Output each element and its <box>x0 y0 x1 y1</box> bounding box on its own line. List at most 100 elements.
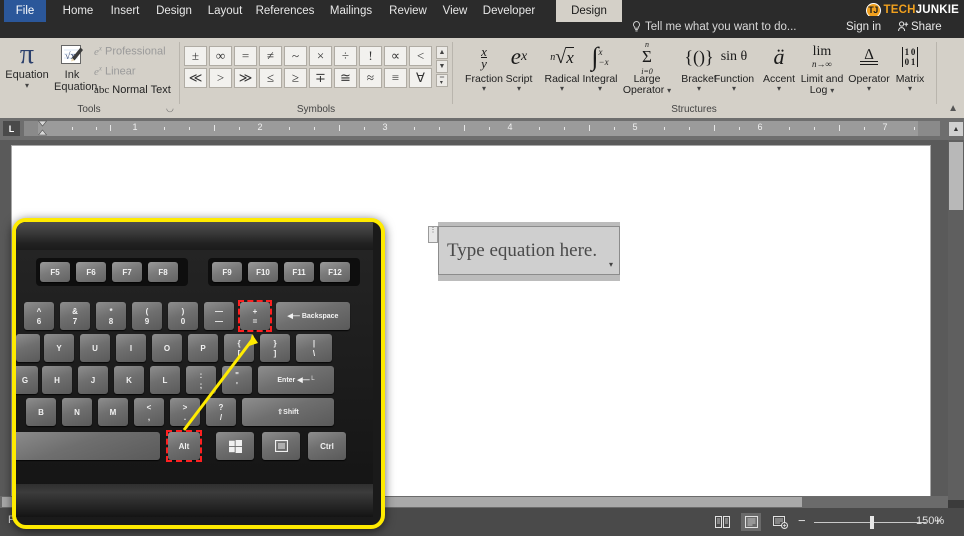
equation-content-control[interactable]: Type equation here. <box>438 226 620 275</box>
key-semicolon: :; <box>186 366 216 394</box>
key-right-shift: ⇧Shift <box>242 398 334 426</box>
zoom-percent-label[interactable]: 150% <box>916 515 944 527</box>
ruler-mark-2: 2 <box>257 122 263 132</box>
key-f6: F6 <box>76 262 106 282</box>
key-spacebar <box>16 432 160 460</box>
ruler-mark-3: 3 <box>382 122 388 132</box>
symbol-less-equal[interactable]: ≤ <box>259 68 282 88</box>
symbol-less-than[interactable]: < <box>409 46 432 66</box>
symbol-not-equal[interactable]: ≠ <box>259 46 282 66</box>
symbol-proportional[interactable]: ∝ <box>384 46 407 66</box>
symbol-greater-equal[interactable]: ≥ <box>284 68 307 88</box>
ruler-mark-7: 7 <box>882 122 888 132</box>
tab-review[interactable]: Review <box>384 0 432 22</box>
symbol-approx[interactable]: ≈ <box>359 68 382 88</box>
key-8: * 8 <box>96 302 126 330</box>
sign-in-link[interactable]: Sign in <box>846 16 881 38</box>
chevron-down-icon[interactable]: ▾ <box>2 81 52 89</box>
symbol-infinity[interactable]: ∞ <box>209 46 232 66</box>
equation-handle-icon[interactable]: ⋮ <box>428 226 438 243</box>
group-label-symbols: Symbols <box>296 104 336 115</box>
key-y: Y <box>44 334 74 362</box>
symbol-identical[interactable]: ≡ <box>384 68 407 88</box>
ruler-mark-6: 6 <box>757 122 763 132</box>
symbol-tilde[interactable]: ~ <box>284 46 307 66</box>
tab-insert[interactable]: Insert <box>104 0 146 22</box>
tab-mailings[interactable]: Mailings <box>322 0 380 22</box>
key-enter: Enter ◀—└ <box>258 366 334 394</box>
horizontal-ruler[interactable]: 1 2 3 4 5 6 7 <box>24 121 940 136</box>
sigma-icon: n Σi=0 <box>641 40 653 76</box>
web-layout-icon[interactable] <box>770 514 790 530</box>
symbols-scroll-up-button[interactable]: ▲ <box>436 46 448 59</box>
tab-developer[interactable]: Developer <box>478 0 540 22</box>
tab-references[interactable]: References <box>252 0 318 22</box>
keyboard-bottom-bezel <box>16 484 373 517</box>
tab-view[interactable]: View <box>436 0 474 22</box>
tab-design-equation-tools[interactable]: Design <box>556 0 622 22</box>
tell-me-search[interactable]: Tell me what you want to do... <box>632 16 797 38</box>
ruler-mark-4: 4 <box>507 122 513 132</box>
key-backslash: | \ <box>296 334 332 362</box>
tj-mark: TJ <box>868 4 878 15</box>
large-operator-label-2: Operator ▾ <box>622 84 672 96</box>
ink-equation-icon: √x <box>54 40 90 70</box>
tools-dialog-launcher[interactable]: ◡ <box>166 103 174 114</box>
watermark-junkie: JUNKIE <box>915 4 959 16</box>
normal-text-toggle[interactable]: abc Normal Text <box>94 84 171 96</box>
symbol-forall[interactable]: ∀ <box>409 68 432 88</box>
integral-icon: ∫ x −x <box>591 42 609 71</box>
symbols-more-button[interactable]: ═ ▾ <box>436 74 448 87</box>
equation-button[interactable]: π Equation ▾ <box>2 40 52 90</box>
symbols-scroll-down-button[interactable]: ▼ <box>436 60 448 73</box>
scroll-up-button[interactable]: ▲ <box>949 122 963 136</box>
chevron-down-icon[interactable]: ▾ <box>576 85 624 93</box>
zoom-slider-handle[interactable] <box>870 516 874 529</box>
key-slash: ? / <box>206 398 236 426</box>
key-g: G <box>16 366 38 394</box>
key-right-ctrl: Ctrl <box>308 432 346 460</box>
symbol-minus-plus[interactable]: ∓ <box>309 68 332 88</box>
ink-equation-label-1: Ink <box>64 69 80 81</box>
group-separator-3 <box>936 42 937 104</box>
chevron-down-icon[interactable]: ▾ <box>667 86 671 95</box>
equation-options-chevron-icon[interactable]: ▾ <box>604 255 618 274</box>
chevron-down-icon[interactable]: ▾ <box>886 85 934 93</box>
key-n: N <box>62 398 92 426</box>
tab-stop-selector[interactable]: L <box>3 121 20 136</box>
symbol-plus-minus[interactable]: ± <box>184 46 207 66</box>
ruler-text-area <box>38 121 918 136</box>
collapse-ribbon-button[interactable]: ▲ <box>948 103 958 114</box>
read-mode-icon[interactable] <box>712 514 732 530</box>
symbol-divide[interactable]: ÷ <box>334 46 357 66</box>
tab-design[interactable]: Design <box>150 0 198 22</box>
structure-large-operator[interactable]: n Σi=0 Large Operator ▾ <box>618 40 676 96</box>
vertical-scroll-thumb[interactable] <box>949 142 963 210</box>
symbol-congruent[interactable]: ≅ <box>334 68 357 88</box>
symbol-times[interactable]: × <box>309 46 332 66</box>
symbol-much-greater[interactable]: ≫ <box>234 68 257 88</box>
symbol-equals[interactable]: = <box>234 46 257 66</box>
symbol-much-less[interactable]: ≪ <box>184 68 207 88</box>
ink-equation-button[interactable]: √x Ink Equation <box>54 40 97 93</box>
symbol-factorial[interactable]: ! <box>359 46 382 66</box>
key-6: ^ 6 <box>24 302 54 330</box>
key-m: M <box>98 398 128 426</box>
tab-layout[interactable]: Layout <box>202 0 248 22</box>
tab-home[interactable]: Home <box>56 0 100 22</box>
print-layout-icon[interactable] <box>741 513 761 531</box>
structure-function[interactable]: sin θ Function ▾ <box>708 40 760 93</box>
symbol-greater-than[interactable]: > <box>209 68 232 88</box>
key-b: B <box>26 398 56 426</box>
structure-matrix[interactable]: 1 00 1 Matrix ▾ <box>886 40 934 93</box>
key-t-partial <box>16 334 40 362</box>
linear-option[interactable]: ex Linear <box>94 64 136 78</box>
ruler-mark-1: 1 <box>132 122 138 132</box>
professional-option[interactable]: ex Professional <box>94 44 166 58</box>
share-button[interactable]: Share <box>898 16 942 38</box>
zoom-out-button[interactable]: − <box>798 513 806 528</box>
chevron-down-icon[interactable]: ▾ <box>708 85 760 93</box>
chevron-down-icon[interactable]: ▾ <box>830 86 834 95</box>
tab-file[interactable]: File <box>4 0 46 22</box>
structure-integral[interactable]: ∫ x −x Integral ▾ <box>576 40 624 93</box>
